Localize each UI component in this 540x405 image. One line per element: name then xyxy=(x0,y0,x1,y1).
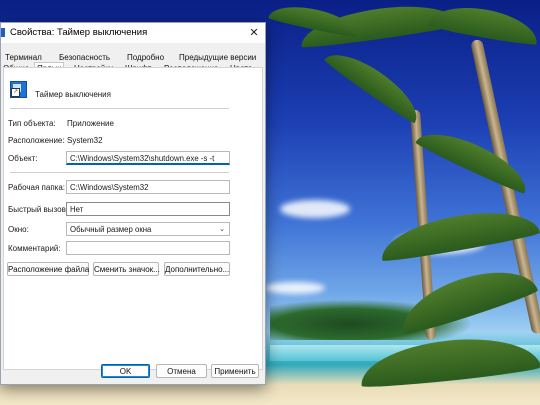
run-select-value: Обычный размер окна xyxy=(70,225,152,234)
start-in-label: Рабочая папка: xyxy=(8,183,66,192)
cloud xyxy=(265,282,325,294)
run-label: Окно: xyxy=(8,225,29,234)
palm-frond xyxy=(323,42,427,125)
target-label: Объект: xyxy=(8,154,38,163)
comment-input[interactable] xyxy=(66,241,230,255)
shortcut-name: Таймер выключения xyxy=(35,90,111,99)
tab-security[interactable]: Безопасность xyxy=(59,52,110,63)
ok-button[interactable]: OK xyxy=(101,364,150,378)
target-input[interactable]: C:\Windows\System32\shutdown.exe -s -t xyxy=(66,151,230,165)
shortcut-app-icon: ↗ xyxy=(10,81,27,98)
hotkey-label: Быстрый вызов: xyxy=(8,205,69,214)
cloud xyxy=(280,200,350,218)
advanced-button[interactable]: Дополнительно... xyxy=(164,262,230,276)
palm-frond xyxy=(414,121,535,196)
run-select[interactable]: Обычный размер окна ⌄ xyxy=(66,222,230,236)
start-in-input[interactable]: C:\Windows\System32 xyxy=(66,180,230,194)
chevron-down-icon: ⌄ xyxy=(219,226,225,233)
dialog-title: Свойства: Таймер выключения xyxy=(10,27,148,38)
location-label: Расположение: xyxy=(8,136,65,145)
close-icon[interactable]: ✕ xyxy=(243,23,265,43)
divider xyxy=(10,172,229,173)
palm-frond xyxy=(357,331,540,390)
hotkey-input[interactable]: Нет xyxy=(66,202,230,216)
target-type-label: Тип объекта: xyxy=(8,119,56,128)
divider xyxy=(10,108,229,109)
window-icon xyxy=(1,28,5,37)
shortcut-tab-page: ↗ Таймер выключения Тип объекта: Приложе… xyxy=(3,67,263,370)
apply-button[interactable]: Применить xyxy=(211,364,259,378)
properties-dialog: Свойства: Таймер выключения ✕ Терминал Б… xyxy=(0,22,266,385)
target-type-value: Приложение xyxy=(67,119,114,128)
title-bar[interactable]: Свойства: Таймер выключения ✕ xyxy=(1,23,265,43)
tab-details[interactable]: Подробно xyxy=(127,52,164,63)
open-file-location-button[interactable]: Расположение файла xyxy=(7,262,89,276)
cancel-button[interactable]: Отмена xyxy=(156,364,207,378)
change-icon-button[interactable]: Сменить значок... xyxy=(93,262,160,276)
comment-label: Комментарий: xyxy=(8,244,61,253)
tab-previous-versions[interactable]: Предыдущие версии xyxy=(179,52,256,63)
palm-frond xyxy=(427,0,540,47)
location-value: System32 xyxy=(67,136,103,145)
